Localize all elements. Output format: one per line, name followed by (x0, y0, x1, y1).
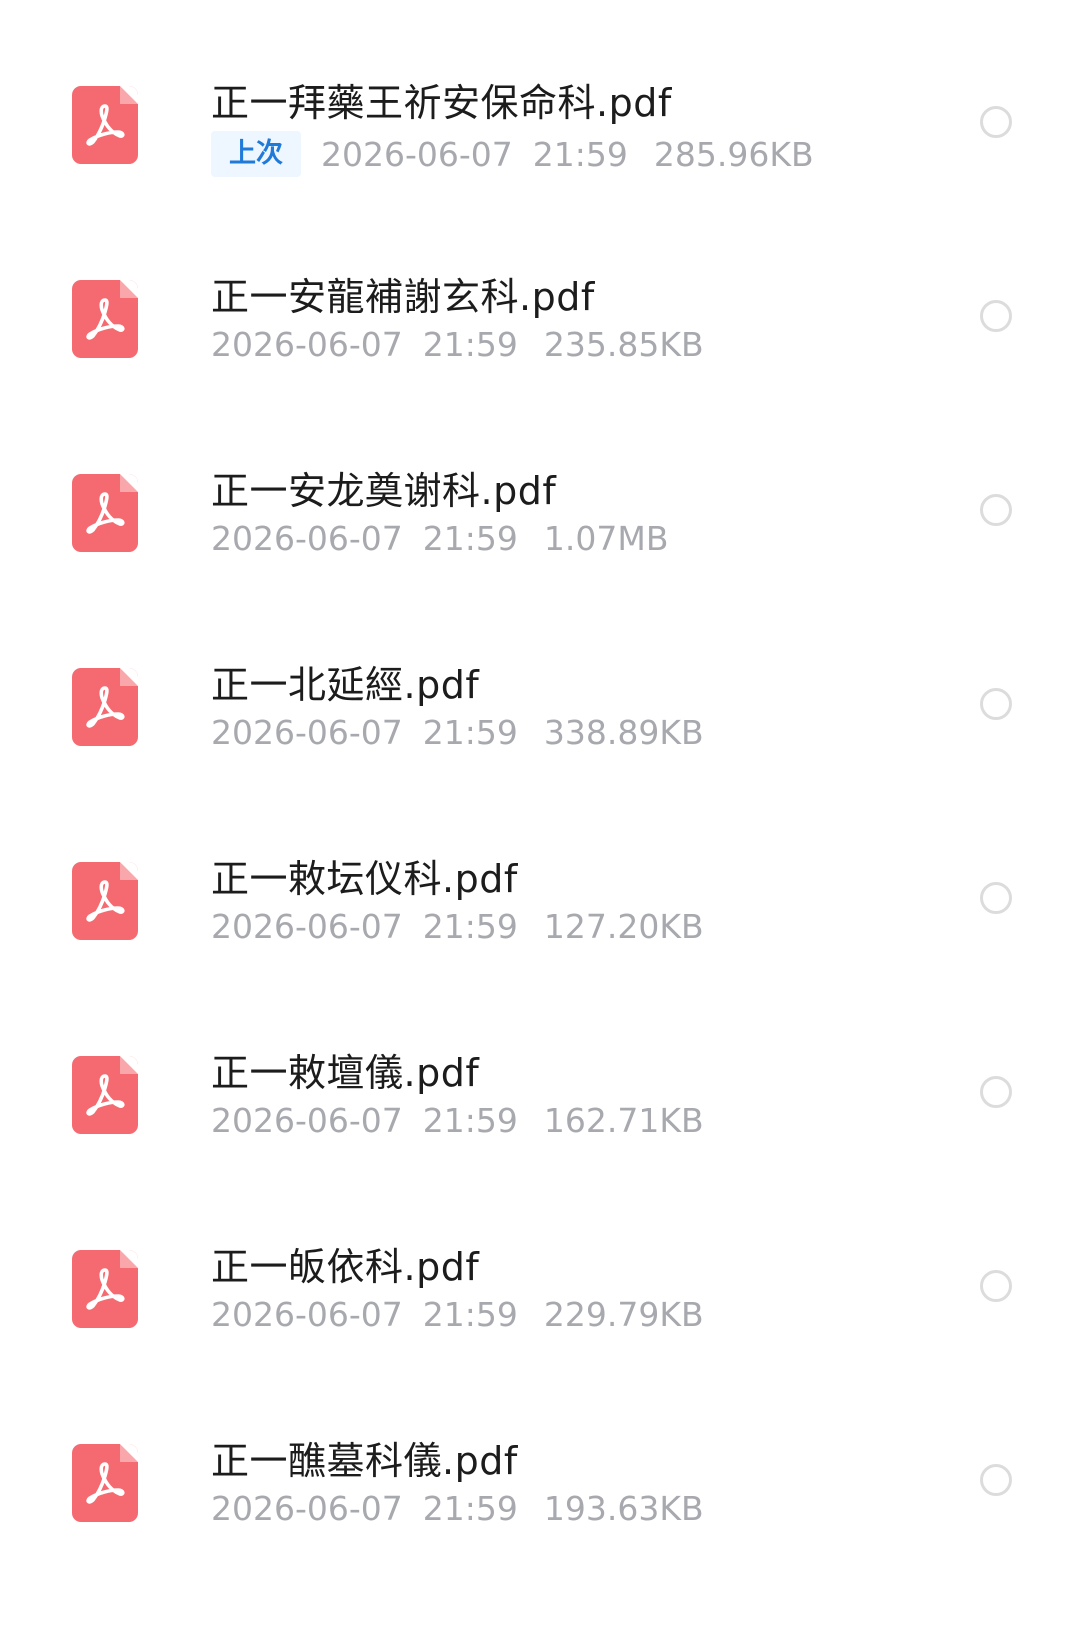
file-size: 162.71KB (543, 1101, 704, 1140)
file-time: 21:59 (422, 1101, 518, 1140)
file-meta: 上次 2026-06-07 21:59 285.96KB (211, 131, 814, 177)
file-date: 2026-06-07 (211, 519, 403, 558)
file-date: 2026-06-07 (211, 1489, 403, 1528)
select-radio[interactable] (980, 494, 1012, 526)
file-name: 正一安龙奠谢科.pdf (211, 469, 557, 513)
file-size: 338.89KB (543, 713, 704, 752)
file-meta: 2026-06-07 21:59 338.89KB (211, 713, 704, 752)
file-date: 2026-06-07 (211, 907, 403, 946)
file-row[interactable]: 正一北延經.pdf 2026-06-07 21:59 338.89KB (0, 606, 1074, 800)
pdf-file-icon (72, 1250, 138, 1328)
file-time: 21:59 (422, 1295, 518, 1334)
select-radio[interactable] (980, 300, 1012, 332)
file-meta: 2026-06-07 21:59 162.71KB (211, 1101, 704, 1140)
file-meta: 2026-06-07 21:59 229.79KB (211, 1295, 704, 1334)
pdf-file-icon (72, 862, 138, 940)
file-time: 21:59 (422, 907, 518, 946)
select-radio[interactable] (980, 1076, 1012, 1108)
file-meta: 2026-06-07 21:59 127.20KB (211, 907, 704, 946)
file-name: 正一皈依科.pdf (211, 1245, 480, 1289)
file-row[interactable]: 正一安龍補謝玄科.pdf 2026-06-07 21:59 235.85KB (0, 218, 1074, 412)
file-time: 21:59 (532, 134, 628, 174)
select-radio[interactable] (980, 1270, 1012, 1302)
file-size: 193.63KB (543, 1489, 704, 1528)
file-size: 127.20KB (543, 907, 704, 946)
select-radio[interactable] (980, 106, 1012, 138)
pdf-file-icon (72, 1056, 138, 1134)
file-meta: 2026-06-07 21:59 235.85KB (211, 325, 704, 364)
file-row[interactable]: 正一醮墓科儀.pdf 2026-06-07 21:59 193.63KB (0, 1382, 1074, 1576)
file-size: 235.85KB (543, 325, 704, 364)
file-time: 21:59 (422, 325, 518, 364)
select-radio[interactable] (980, 882, 1012, 914)
file-meta: 2026-06-07 21:59 193.63KB (211, 1489, 704, 1528)
file-list: 正一拜藥王祈安保命科.pdf 上次 2026-06-07 21:59 285.9… (0, 0, 1074, 1648)
file-row[interactable]: 正一皈依科.pdf 2026-06-07 21:59 229.79KB (0, 1188, 1074, 1382)
file-date: 2026-06-07 (211, 713, 403, 752)
pdf-file-icon (72, 280, 138, 358)
file-name: 正一敕壇儀.pdf (211, 1051, 480, 1095)
pdf-file-icon (72, 1444, 138, 1522)
file-date: 2026-06-07 (211, 325, 403, 364)
recent-badge: 上次 (211, 131, 301, 177)
file-time: 21:59 (422, 713, 518, 752)
file-row[interactable]: 正一敕壇儀.pdf 2026-06-07 21:59 162.71KB (0, 994, 1074, 1188)
file-time: 21:59 (422, 1489, 518, 1528)
file-date: 2026-06-07 (211, 1101, 403, 1140)
file-name: 正一拜藥王祈安保命科.pdf (211, 81, 672, 125)
file-name: 正一北延經.pdf (211, 663, 480, 707)
pdf-file-icon (72, 86, 138, 164)
select-radio[interactable] (980, 1464, 1012, 1496)
file-name: 正一敕坛仪科.pdf (211, 857, 518, 901)
file-name: 正一醮墓科儀.pdf (211, 1439, 518, 1483)
file-meta: 2026-06-07 21:59 1.07MB (211, 519, 668, 558)
file-date: 2026-06-07 (321, 134, 513, 174)
file-row[interactable]: 正一敕坛仪科.pdf 2026-06-07 21:59 127.20KB (0, 800, 1074, 994)
file-row[interactable]: 正一拜藥王祈安保命科.pdf 上次 2026-06-07 21:59 285.9… (0, 24, 1074, 218)
file-name: 正一安龍補謝玄科.pdf (211, 275, 595, 319)
file-date: 2026-06-07 (211, 1295, 403, 1334)
file-size: 229.79KB (543, 1295, 704, 1334)
file-row[interactable]: 正一安龙奠谢科.pdf 2026-06-07 21:59 1.07MB (0, 412, 1074, 606)
pdf-file-icon (72, 474, 138, 552)
file-size: 285.96KB (653, 134, 814, 174)
file-size: 1.07MB (543, 519, 669, 558)
file-time: 21:59 (422, 519, 518, 558)
select-radio[interactable] (980, 688, 1012, 720)
pdf-file-icon (72, 668, 138, 746)
